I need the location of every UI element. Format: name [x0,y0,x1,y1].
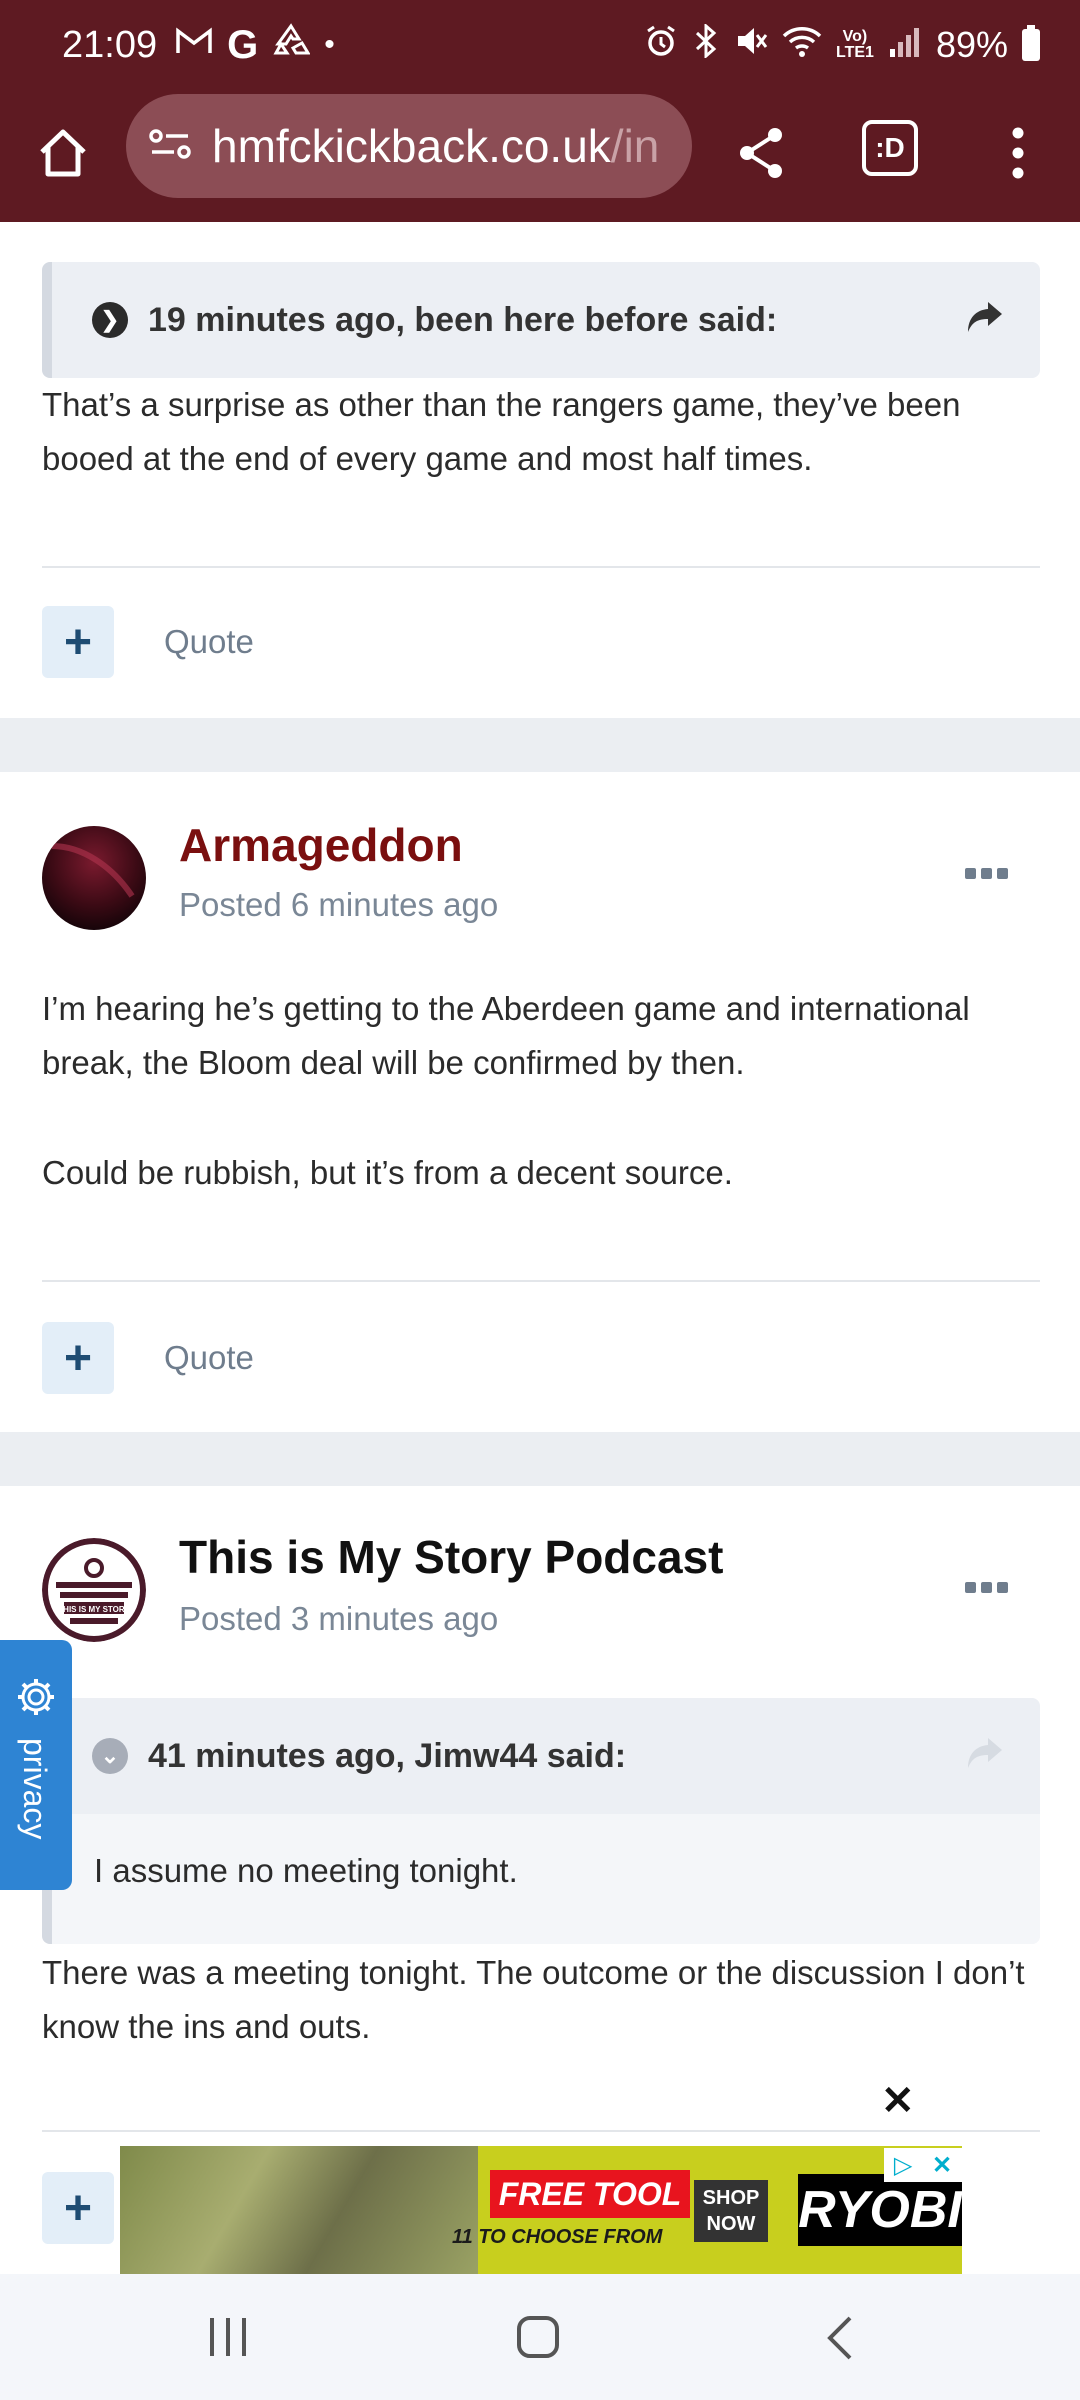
ad-shop-line1: SHOP [702,2187,760,2209]
post-options-icon[interactable] [965,1582,1008,1593]
home-square-icon [517,2316,559,2358]
back-icon [827,2316,852,2360]
avatar-caption: THIS IS MY STORY [58,1605,130,1614]
adchoices-icon[interactable]: ▷ [894,2151,912,2180]
ad-dismiss-icon[interactable]: ✕ [881,2078,915,2124]
post-paragraph: Could be rubbish, but it’s from a decent… [42,1154,733,1191]
go-to-quote-icon[interactable] [966,1736,1004,1775]
quote-button[interactable]: Quote [164,1339,254,1377]
wifi-icon [782,24,822,67]
share-icon [740,128,782,178]
tab-count: :D [875,132,905,163]
quote-attribution: 41 minutes ago, Jimw44 said: [148,1736,627,1775]
home-nav-button[interactable] [516,2314,560,2365]
quote-header: ⌄ 41 minutes ago, Jimw44 said: [52,1698,1040,1814]
status-bar: 21:09 G • Vo) LTE1 89% [0,0,1080,90]
mute-icon [734,24,768,67]
quote-header: ❯ 19 minutes ago, been here before said: [52,262,1040,378]
privacy-settings-tab[interactable]: privacy [0,1640,72,1890]
quote-block: ⌄ 41 minutes ago, Jimw44 said: I assume … [42,1698,1040,1944]
ad-shop-now-button[interactable]: SHOP NOW [694,2180,768,2242]
go-to-quote-icon[interactable] [966,300,1004,339]
reaction-button[interactable]: + [42,2172,114,2244]
ad-subtext: 11 TO CHOOSE FROM [452,2226,663,2248]
battery-icon [1022,25,1040,61]
post-body: There was a meeting tonight. The outcome… [42,1954,1025,2045]
ad-brand-logo: RYOBI [798,2174,962,2246]
alarm-icon [644,24,678,67]
menu-button[interactable] [994,118,1042,188]
gmail-icon [175,26,213,65]
post-card: ❯ 19 minutes ago, been here before said:… [0,222,1080,718]
advertisement-banner[interactable]: FREE TOOL 11 TO CHOOSE FROM SHOP NOW RYOB… [120,2146,962,2274]
back-button[interactable] [822,2314,858,2367]
ad-headline: FREE TOOL [490,2170,690,2218]
author-name[interactable]: This is My Story Podcast [179,1530,723,1584]
divider [42,2130,1040,2132]
quote-text: I assume no meeting tonight. [94,1852,518,1889]
post-timestamp[interactable]: Posted 3 minutes ago [179,1600,498,1638]
post-options-icon[interactable] [965,868,1008,879]
chevron-right-icon[interactable]: ❯ [92,302,128,338]
url-domain: hmfckickback.co.uk [212,120,611,172]
system-nav-bar [0,2274,1080,2400]
ad-shop-line2: NOW [706,2213,756,2235]
ad-product-image [120,2146,478,2274]
kebab-menu-icon [1012,127,1024,179]
gear-icon [15,1676,57,1723]
battery-level: 89% [935,24,1008,65]
recents-button[interactable] [206,2314,250,2365]
plus-icon: + [63,1331,93,1385]
signal-icon [888,24,922,66]
chevron-down-icon[interactable]: ⌄ [92,1738,128,1774]
plus-icon: + [63,2181,93,2235]
quote-attribution: 19 minutes ago, been here before said: [148,300,778,339]
notification-icons: G • [175,23,335,68]
post-body: That’s a surprise as other than the rang… [42,386,961,477]
quote-button[interactable]: Quote [164,623,254,661]
reaction-button[interactable]: + [42,606,114,678]
reaction-button[interactable]: + [42,1322,114,1394]
address-bar[interactable]: hmfckickback.co.uk/in [126,94,692,198]
privacy-label: privacy [17,1738,53,1840]
status-right: Vo) LTE1 89% [644,22,1040,67]
quote-block: ❯ 19 minutes ago, been here before said: [42,262,1040,378]
bluetooth-icon [692,22,720,67]
avatar[interactable] [42,826,146,930]
plus-icon: + [63,615,93,669]
avatar[interactable]: THIS IS MY STORY [42,1538,146,1642]
google-icon: G [227,22,259,67]
divider [42,1280,1040,1282]
url-text: hmfckickback.co.uk/in [212,119,659,173]
site-settings-icon[interactable] [148,124,192,169]
post-paragraph: I’m hearing he’s getting to the Aberdeen… [42,990,970,1081]
status-time: 21:09 [62,23,158,66]
browser-chrome: 21:09 G • Vo) LTE1 89% hmfckickback.co.u… [0,0,1080,222]
browser-toolbar: hmfckickback.co.uk/in :D [0,90,1080,222]
home-button[interactable] [30,120,96,186]
close-ad-icon[interactable]: ✕ [932,2151,952,2180]
url-path: /in [610,120,660,172]
home-icon [40,129,86,177]
post-timestamp[interactable]: Posted 6 minutes ago [179,886,498,924]
divider [42,566,1040,568]
author-name[interactable]: Armageddon [179,818,463,872]
volte-icon: Vo) LTE1 [836,28,874,61]
share-button[interactable] [728,120,794,186]
recycle-icon [272,22,311,68]
post-card: Armageddon Posted 6 minutes ago I’m hear… [0,772,1080,1432]
tabs-button[interactable]: :D [862,120,918,176]
dot-icon: • [324,28,335,61]
recents-icon [210,2318,246,2356]
adchoices-controls: ▷ ✕ [884,2148,962,2182]
quote-content: I assume no meeting tonight. [52,1814,1040,1944]
